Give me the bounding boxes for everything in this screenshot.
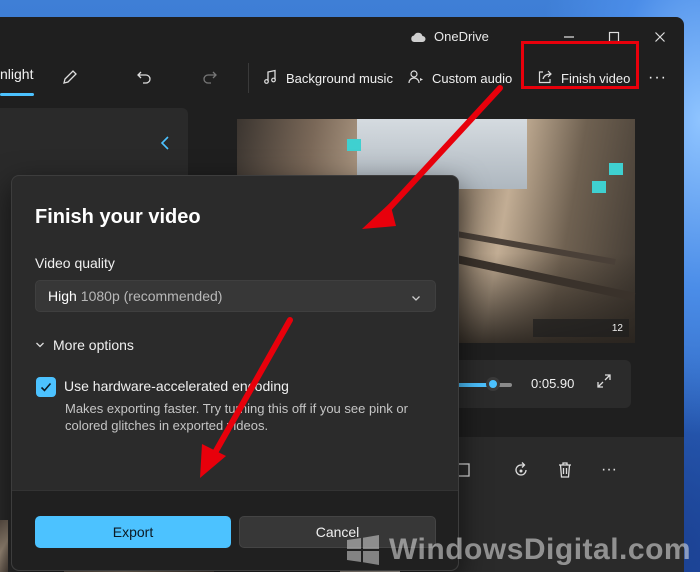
storyboard-clip-thumbnail[interactable]: [0, 520, 8, 572]
rotate-icon[interactable]: [510, 459, 532, 481]
checkmark-icon: [40, 382, 52, 392]
video-quality-label: Video quality: [35, 255, 115, 271]
custom-audio-label: Custom audio: [432, 70, 513, 86]
background-music-button[interactable]: Background music: [262, 65, 393, 91]
redo-icon[interactable]: [200, 67, 220, 87]
more-options-menu-button[interactable]: ···: [648, 65, 667, 91]
chevron-down-icon: [411, 290, 421, 306]
cloud-icon: [410, 31, 426, 42]
video-quality-dropdown[interactable]: High 1080p (recommended): [35, 280, 436, 312]
custom-audio-button[interactable]: Custom audio: [408, 65, 512, 91]
more-options-label: More options: [53, 337, 134, 353]
preview-sign: [609, 163, 623, 175]
preview-sign: [347, 139, 361, 151]
annotation-highlight-box: [521, 41, 639, 89]
watermark: WindowsDigital.com: [345, 532, 691, 568]
toolbar-divider: [248, 63, 249, 93]
dialog-title: Finish your video: [35, 206, 201, 228]
more-icon: ···: [648, 69, 667, 86]
finish-video-dialog: Finish your video Video quality High 108…: [11, 175, 459, 571]
playback-time: 0:05.90: [531, 376, 575, 391]
hardware-encoding-description: Makes exporting faster. Try turning this…: [65, 401, 408, 433]
active-tab-indicator: [0, 93, 34, 96]
delete-trash-icon[interactable]: [554, 459, 576, 481]
quality-resolution: 1080p (recommended): [80, 288, 223, 304]
scrubber-handle[interactable]: [486, 377, 500, 391]
hardware-encoding-checkbox[interactable]: [36, 377, 56, 397]
onedrive-status[interactable]: OneDrive: [410, 29, 489, 44]
watermark-text: WindowsDigital.com: [389, 533, 692, 566]
export-button[interactable]: Export: [35, 516, 231, 548]
undo-icon[interactable]: [134, 67, 154, 87]
onedrive-label: OneDrive: [434, 29, 489, 44]
quality-value: High: [48, 288, 77, 304]
collapse-panel-chevron-icon[interactable]: [160, 134, 170, 155]
windows-logo-icon: [345, 532, 381, 568]
fullscreen-expand-icon[interactable]: [596, 373, 612, 394]
person-voice-icon: [408, 69, 424, 88]
tab-highlight[interactable]: nlight: [0, 66, 33, 82]
hardware-encoding-label[interactable]: Use hardware-accelerated encoding: [64, 378, 289, 394]
close-window-button[interactable]: [648, 25, 672, 49]
preview-sign: [592, 181, 606, 193]
clipchamp-app-window: OneDrive nlight Background music Custom …: [0, 17, 684, 572]
pencil-icon[interactable]: [60, 67, 80, 87]
game-hud: 12: [533, 319, 629, 337]
background-music-label: Background music: [286, 70, 393, 86]
chevron-down-icon: [35, 337, 45, 353]
storyboard-more-icon[interactable]: ···: [598, 459, 620, 481]
hud-ammo-count: 12: [611, 322, 623, 334]
close-icon: [655, 32, 665, 42]
music-note-icon: [262, 69, 278, 88]
more-options-toggle[interactable]: More options: [35, 337, 134, 353]
